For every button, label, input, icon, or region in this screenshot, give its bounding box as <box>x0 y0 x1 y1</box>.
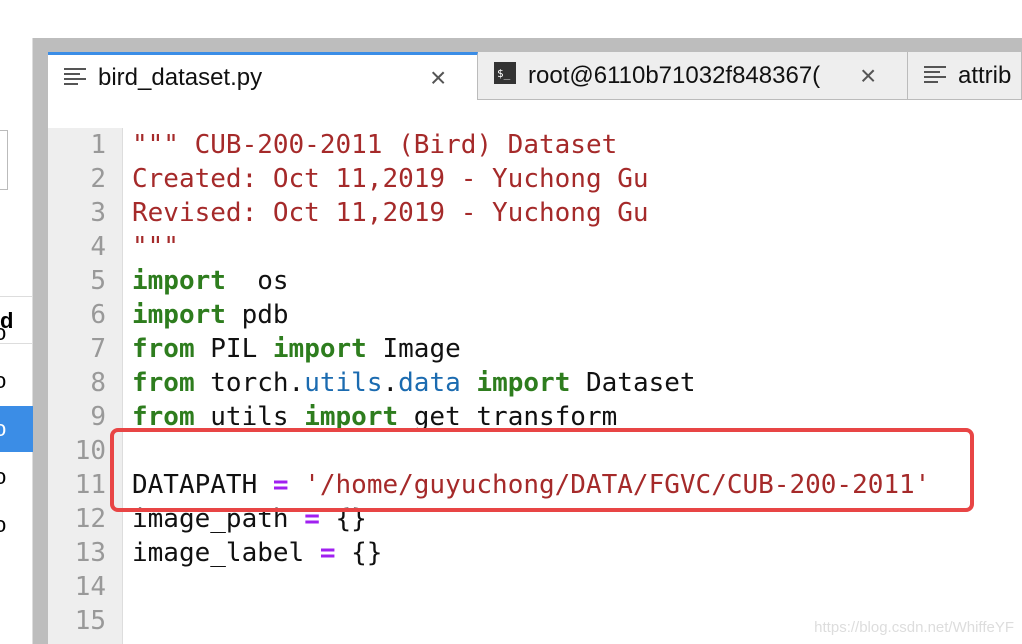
line-number: 14 <box>74 572 106 602</box>
tab-bird-dataset[interactable]: bird_dataset.py × <box>48 52 478 101</box>
line-number: 8 <box>90 368 106 398</box>
line-number: 7 <box>90 334 106 364</box>
sidebar-item[interactable]: o <box>0 358 33 404</box>
code-token: PIL <box>194 334 273 364</box>
code-line: 3 Revised: Oct 11,2019 - Yuchong Gu <box>48 196 1022 230</box>
line-number: 2 <box>90 164 106 194</box>
code-token: Revised: Oct 11,2019 - Yuchong Gu <box>132 198 649 228</box>
code-token: {} <box>335 538 383 568</box>
code-token: pdb <box>225 300 289 330</box>
line-number: 10 <box>74 436 106 466</box>
watermark: https://blog.csdn.net/WhiffeYF <box>814 619 1014 636</box>
sidebar-item[interactable]: o <box>0 454 33 500</box>
code-token: utils <box>304 368 383 398</box>
code-token: os <box>225 266 289 296</box>
code-line: 14 <box>48 570 1022 604</box>
code-text: from torch.utils.data import Dataset <box>132 366 696 400</box>
code-token: = <box>319 538 336 568</box>
code-line: 4 """ <box>48 230 1022 264</box>
code-token: """ <box>132 232 179 262</box>
sidebar-item[interactable]: o <box>0 502 33 548</box>
svg-text:$_: $_ <box>497 67 511 80</box>
terminal-icon: $_ <box>494 61 528 91</box>
sidebar-item[interactable]: o <box>0 406 33 452</box>
code-line: 1 """ CUB-200-2011 (Bird) Dataset <box>48 128 1022 162</box>
code-token: Dataset <box>570 368 696 398</box>
code-line: 7 from PIL import Image <box>48 332 1022 366</box>
code-text: import pdb <box>132 298 289 332</box>
code-line: 2 Created: Oct 11,2019 - Yuchong Gu <box>48 162 1022 196</box>
highlight-annotation-box <box>110 428 974 512</box>
line-number: 11 <box>74 470 106 500</box>
tab-terminal[interactable]: $_ root@6110b71032f848367( × <box>478 52 908 100</box>
line-number: 15 <box>74 606 106 636</box>
sidebar-input-box[interactable] <box>0 130 8 190</box>
code-token: """ CUB-200-2011 (Bird) Dataset <box>132 130 618 160</box>
code-token: import <box>272 334 367 364</box>
line-number: 4 <box>90 232 106 262</box>
code-token: import <box>132 300 226 330</box>
code-line: 5 import os <box>48 264 1022 298</box>
code-token: from <box>132 368 195 398</box>
code-token: torch. <box>194 368 305 398</box>
code-text: image_label = {} <box>132 536 382 570</box>
code-token: from <box>132 334 195 364</box>
code-token: Image <box>366 334 461 364</box>
code-text: Created: Oct 11,2019 - Yuchong Gu <box>132 162 649 196</box>
sidebar-item[interactable]: o <box>0 310 33 356</box>
code-token: Created: Oct 11,2019 - Yuchong Gu <box>132 164 649 194</box>
code-token: import <box>132 266 226 296</box>
code-line: 8 from torch.utils.data import Dataset <box>48 366 1022 400</box>
line-number: 6 <box>90 300 106 330</box>
tab-label: bird_dataset.py <box>98 64 263 91</box>
line-number: 9 <box>90 402 106 432</box>
line-number: 5 <box>90 266 106 296</box>
tab-label: attrib <box>958 62 1012 89</box>
code-token: data <box>398 368 461 398</box>
line-number: 1 <box>90 130 106 160</box>
close-icon[interactable]: × <box>430 62 446 94</box>
tab-label: root@6110b71032f848367( <box>528 62 821 89</box>
code-line: 13 image_label = {} <box>48 536 1022 570</box>
code-token: image_label <box>132 538 320 568</box>
code-token: . <box>382 368 399 398</box>
code-text: import os <box>132 264 289 298</box>
code-text: from PIL import Image <box>132 332 461 366</box>
line-number: 13 <box>74 538 106 568</box>
code-text: """ CUB-200-2011 (Bird) Dataset <box>132 128 617 162</box>
code-token: import <box>476 368 571 398</box>
file-text-icon <box>924 62 958 90</box>
line-number: 12 <box>74 504 106 534</box>
tab-attrib[interactable]: attrib <box>908 52 1022 100</box>
line-number: 3 <box>90 198 106 228</box>
close-icon[interactable]: × <box>860 60 876 92</box>
file-text-icon <box>64 64 98 92</box>
code-text: Revised: Oct 11,2019 - Yuchong Gu <box>132 196 649 230</box>
code-line: 6 import pdb <box>48 298 1022 332</box>
tab-bar: bird_dataset.py × $_ root@6110b71032f848367… <box>48 52 1022 101</box>
code-text: """ <box>132 230 179 264</box>
file-browser-sidebar: d ooooo <box>0 38 33 644</box>
